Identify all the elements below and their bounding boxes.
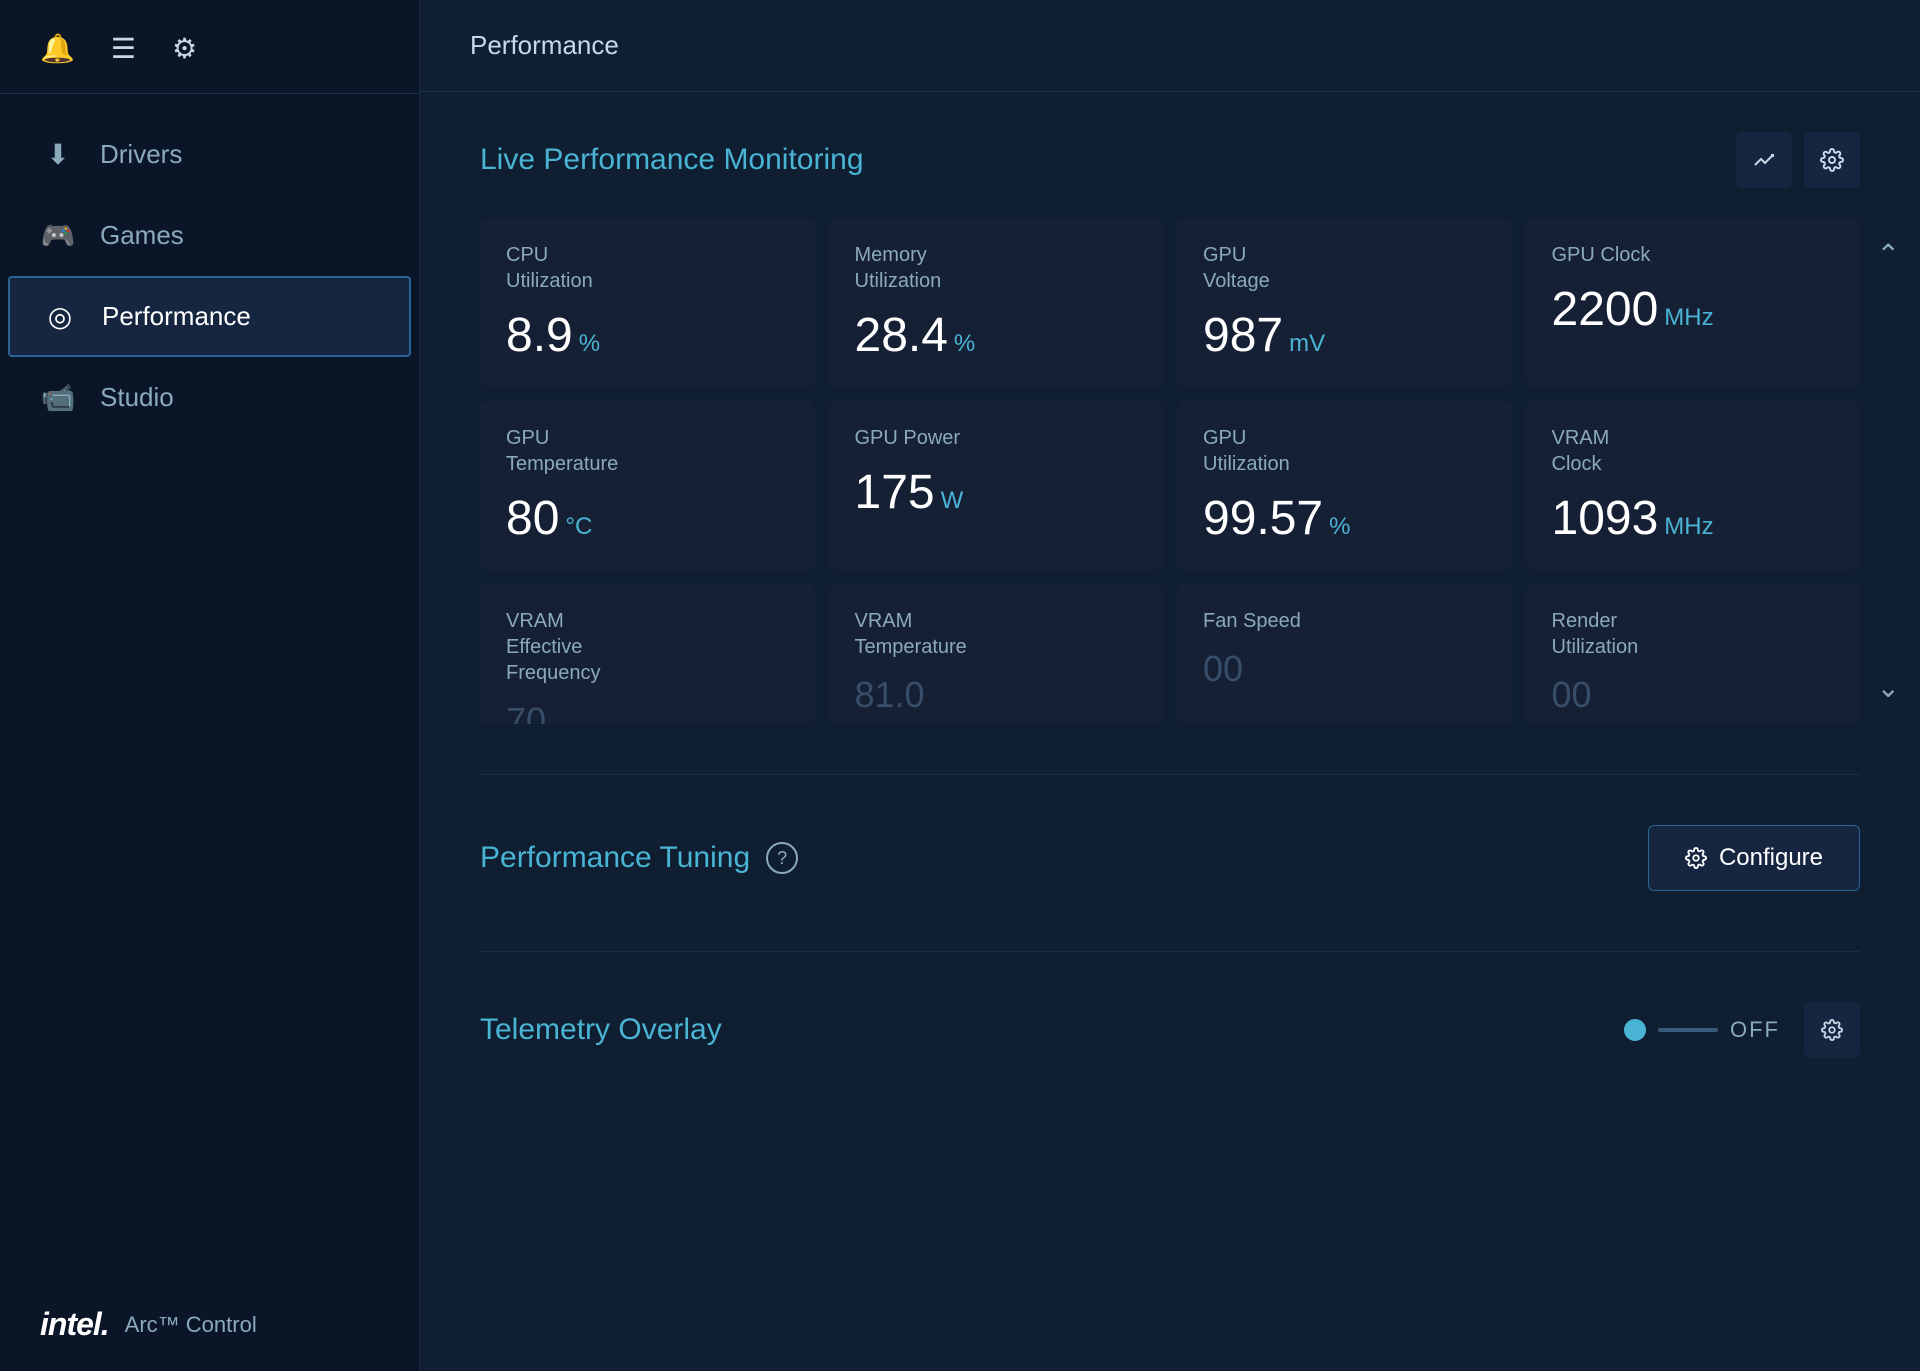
sidebar-nav: ⬇ Drivers 🎮 Games ◎ Performance 📹 Studio (0, 94, 419, 1278)
section-actions (1736, 132, 1860, 188)
toggle-state: OFF (1730, 1017, 1780, 1043)
metric-value: 70 (506, 700, 789, 724)
metric-unit: MHz (1664, 513, 1713, 541)
metrics-row-2: GPUTemperature 80 °C GPU Power 175 W (480, 401, 1860, 570)
metric-value: 00 (1203, 648, 1486, 690)
metric-value: 8.9 % (506, 308, 789, 363)
metric-unit: % (954, 330, 975, 358)
metric-unit: % (1329, 513, 1350, 541)
metric-unit: mV (1289, 330, 1325, 358)
sidebar: 🔔 ☰ ⚙ ⬇ Drivers 🎮 Games ◎ Performance 📹 … (0, 0, 420, 1371)
games-icon: 🎮 (40, 219, 76, 252)
page-header: Performance (420, 0, 1920, 92)
page-title: Performance (470, 30, 619, 60)
configure-label: Configure (1719, 844, 1823, 872)
tuning-left: Performance Tuning ? (480, 841, 798, 875)
metric-unit: W (941, 487, 964, 515)
metric-value: 28.4 % (855, 308, 1138, 363)
metrics-row-1: CPUUtilization 8.9 % MemoryUtilization 2… (480, 218, 1860, 387)
live-monitoring-section: Live Performance Monitoring (480, 132, 1860, 724)
metric-label: GPUVoltage (1203, 242, 1486, 294)
metric-gpu-temperature: GPUTemperature 80 °C (480, 401, 815, 570)
tuning-row: Performance Tuning ? Configure (480, 815, 1860, 901)
metric-gpu-voltage: GPUVoltage 987 mV (1177, 218, 1512, 387)
intel-product: Arc™ Control (125, 1312, 257, 1338)
performance-tuning-section: Performance Tuning ? Configure (480, 815, 1860, 901)
metric-label: GPU Clock (1552, 242, 1835, 268)
scroll-down-button[interactable]: ⌄ (1877, 671, 1900, 704)
metric-value: 1093 MHz (1552, 491, 1835, 546)
sidebar-item-studio[interactable]: 📹 Studio (0, 357, 419, 438)
configure-button[interactable]: Configure (1648, 825, 1860, 891)
metric-label: RenderUtilization (1552, 608, 1835, 660)
metric-unit: % (579, 330, 600, 358)
telemetry-title: Telemetry Overlay (480, 1013, 722, 1047)
metrics-row-3: VRAMEffectiveFrequency 70 VRAMTemperatur… (480, 584, 1860, 724)
toggle-track (1658, 1028, 1718, 1032)
metric-label: VRAMEffectiveFrequency (506, 608, 789, 686)
section-header: Live Performance Monitoring (480, 132, 1860, 188)
sidebar-item-label: Studio (100, 382, 174, 413)
sidebar-item-drivers[interactable]: ⬇ Drivers (0, 114, 419, 195)
metric-vram-temperature: VRAMTemperature 81.0 (829, 584, 1164, 724)
metric-label: MemoryUtilization (855, 242, 1138, 294)
metric-label: GPU Power (855, 425, 1138, 451)
chart-button[interactable] (1736, 132, 1792, 188)
metric-label: VRAMTemperature (855, 608, 1138, 660)
intel-logo: intel. (40, 1306, 109, 1343)
metric-value: 80 °C (506, 491, 789, 546)
metric-value: 987 mV (1203, 308, 1486, 363)
drivers-icon: ⬇ (40, 138, 76, 171)
main-body: Live Performance Monitoring (420, 92, 1920, 1371)
metric-unit: MHz (1664, 304, 1713, 332)
settings-icon[interactable]: ⚙ (172, 32, 197, 65)
metric-label: Fan Speed (1203, 608, 1486, 634)
telemetry-controls: OFF (1624, 1002, 1860, 1058)
menu-icon[interactable]: ☰ (111, 32, 136, 65)
sidebar-header: 🔔 ☰ ⚙ (0, 0, 419, 94)
sidebar-item-label: Drivers (100, 139, 182, 170)
sidebar-item-games[interactable]: 🎮 Games (0, 195, 419, 276)
metric-label: VRAMClock (1552, 425, 1835, 477)
studio-icon: 📹 (40, 381, 76, 414)
sidebar-footer: intel. Arc™ Control (0, 1278, 419, 1371)
metrics-container: CPUUtilization 8.9 % MemoryUtilization 2… (480, 218, 1860, 724)
metric-cpu-utilization: CPUUtilization 8.9 % (480, 218, 815, 387)
metric-memory-utilization: MemoryUtilization 28.4 % (829, 218, 1164, 387)
section-divider-2 (480, 951, 1860, 952)
metric-value: 99.57 % (1203, 491, 1486, 546)
metric-value: 00 (1552, 674, 1835, 716)
metric-gpu-utilization: GPUUtilization 99.57 % (1177, 401, 1512, 570)
help-icon[interactable]: ? (766, 842, 798, 874)
toggle-control[interactable]: OFF (1624, 1017, 1780, 1043)
toggle-dot (1624, 1019, 1646, 1041)
section-divider (480, 774, 1860, 775)
performance-icon: ◎ (42, 300, 78, 333)
notification-icon[interactable]: 🔔 (40, 32, 75, 65)
metric-fan-speed: Fan Speed 00 (1177, 584, 1512, 724)
monitoring-settings-button[interactable] (1804, 132, 1860, 188)
telemetry-settings-button[interactable] (1804, 1002, 1860, 1058)
metric-label: GPUUtilization (1203, 425, 1486, 477)
telemetry-row: Telemetry Overlay OFF (480, 992, 1860, 1068)
scroll-up-button[interactable]: ⌃ (1877, 238, 1900, 271)
tuning-title: Performance Tuning (480, 841, 750, 875)
metric-label: CPUUtilization (506, 242, 789, 294)
metric-gpu-clock: GPU Clock 2200 MHz (1526, 218, 1861, 387)
metric-unit: °C (565, 513, 592, 541)
main-content: Performance Live Performance Monitoring (420, 0, 1920, 1371)
metric-value: 2200 MHz (1552, 282, 1835, 337)
metric-label: GPUTemperature (506, 425, 789, 477)
sidebar-item-performance[interactable]: ◎ Performance (8, 276, 411, 357)
sidebar-item-label: Games (100, 220, 184, 251)
metric-vram-effective-freq: VRAMEffectiveFrequency 70 (480, 584, 815, 724)
metric-value: 81.0 (855, 674, 1138, 716)
metric-render-utilization: RenderUtilization 00 (1526, 584, 1861, 724)
metric-vram-clock: VRAMClock 1093 MHz (1526, 401, 1861, 570)
sidebar-item-label: Performance (102, 301, 251, 332)
metric-gpu-power: GPU Power 175 W (829, 401, 1164, 570)
telemetry-section: Telemetry Overlay OFF (480, 992, 1860, 1068)
live-monitoring-title: Live Performance Monitoring (480, 143, 864, 177)
metric-value: 175 W (855, 465, 1138, 520)
